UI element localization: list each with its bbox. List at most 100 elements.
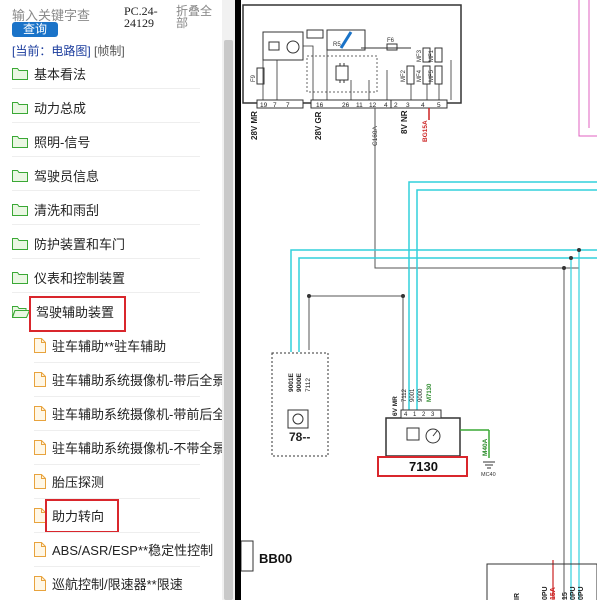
component-78-icon <box>287 409 309 429</box>
pin-label: 7 <box>286 102 290 109</box>
sidebar-scrollbar[interactable] <box>222 0 235 600</box>
connector-label-bg15a: BG15A <box>422 120 429 142</box>
tree-doc-abs-esp[interactable]: ABS/ASR/ESP**稳定性控制 <box>34 536 213 562</box>
folder-icon <box>12 237 28 250</box>
ground-label-mc40: MC40 <box>481 472 496 478</box>
wire-label-bottom: 0PU <box>578 586 585 600</box>
breadcrumb-link[interactable]: [帧制] <box>94 44 125 58</box>
tree-doc-label: 巡航控制/限速器**限速 <box>52 576 183 592</box>
tree-doc-camera-rear[interactable]: 驻车辅助系统摄像机-带后全景 <box>34 366 222 392</box>
tree-category-label: 照明-信号 <box>34 134 91 150</box>
tree-doc-label: 驻车辅助**驻车辅助 <box>52 338 167 354</box>
pin-label: 11 <box>356 102 363 109</box>
folder-icon <box>12 203 28 216</box>
tree-doc-parking-assist[interactable]: 驻车辅助**驻车辅助 <box>34 332 166 358</box>
highlight-box-power-steering <box>45 499 119 533</box>
wire-7112 <box>309 295 404 416</box>
app-window: 查询 PC.24-24129 折叠全部 [当前：电路图] [帧制] 基本看法 动… <box>0 0 597 600</box>
f6-label: F6 <box>387 38 395 44</box>
wire-label-9000e: 9000E <box>296 373 303 392</box>
tree-category-label: 仪表和控制装置 <box>34 270 126 286</box>
inner-dashed-box <box>306 55 378 93</box>
folder-icon <box>12 101 28 114</box>
wiring-diagram-panel[interactable]: R5 F6 F9 MF2 MF4 MF3 MF1 MF5 19 7 7 16 2… <box>241 0 597 600</box>
tree-category-protection-doors[interactable]: 防护装置和车门 <box>12 230 125 256</box>
ground-icon <box>483 461 495 469</box>
highlight-box-driving-assist <box>29 296 126 332</box>
tree-category-label: 防护装置和车门 <box>34 236 126 252</box>
junction-dot <box>569 256 573 260</box>
wire-label-m7130: M7130 <box>427 383 433 402</box>
wire-label-9001: 9001 <box>410 388 416 402</box>
component-7130-box <box>385 417 461 457</box>
wire-label-bottom: 15A <box>550 587 557 600</box>
tree-category-driver-info[interactable]: 驾驶员信息 <box>12 162 99 188</box>
component-7130-label: 7130 <box>409 459 438 474</box>
wire-label-9000: 9000 <box>418 388 424 402</box>
tree-category-label: 动力总成 <box>34 100 87 116</box>
pin-label: 4 <box>421 102 425 109</box>
tree-category-label: 基本看法 <box>34 66 87 82</box>
wire-label-7112: 7112 <box>305 378 312 392</box>
fuse-f6 <box>386 43 398 51</box>
wire-label-7112-b: 7112 <box>402 388 408 402</box>
tree-doc-label: 驻车辅助系统摄像机-不带全景 <box>52 440 222 456</box>
tree-doc-label: ABS/ASR/ESP**稳定性控制 <box>52 542 214 558</box>
fuse-mf5 <box>434 65 443 85</box>
document-icon <box>34 575 46 591</box>
folder-open-icon <box>12 305 30 318</box>
tree-category-wash-wipe[interactable]: 清洗和雨刮 <box>12 196 99 222</box>
pc-code: PC.24-24129 <box>124 4 158 30</box>
pin-label: 5 <box>437 102 441 109</box>
tree-category-powertrain[interactable]: 动力总成 <box>12 94 86 120</box>
component-78-label: 78-- <box>289 430 310 444</box>
tree-category-lighting[interactable]: 照明-信号 <box>12 128 90 154</box>
junction-dot <box>577 248 581 252</box>
query-button[interactable]: 查询 <box>12 22 58 37</box>
document-icon <box>34 473 46 489</box>
connector-label-28v-gr: 28V GR <box>314 111 323 140</box>
document-icon <box>34 337 46 353</box>
mf3-label: MF3 <box>417 49 423 62</box>
mf2-label: MF2 <box>401 69 407 82</box>
wire-9001e <box>290 249 597 352</box>
r5-label: R5 <box>333 42 341 48</box>
pin-label: 26 <box>342 102 350 109</box>
wire-9000e <box>298 257 597 352</box>
pin-label: 19 <box>260 102 268 109</box>
pin-label: 2 <box>394 102 398 109</box>
component-bb00-label: BB00 <box>259 551 292 566</box>
wire-cyan-right <box>570 250 580 600</box>
tree-doc-camera-front-rear[interactable]: 驻车辅助系统摄像机-带前后全景 <box>34 400 222 426</box>
r5-switch <box>339 31 353 49</box>
tree-doc-tire-pressure[interactable]: 胎压探测 <box>34 468 104 494</box>
pin-label: 7 <box>273 102 277 109</box>
chip-icon <box>335 65 349 81</box>
wire-9001 <box>408 181 597 416</box>
connector-label-8v-nr: 8V NR <box>400 110 409 134</box>
fuse-r5 <box>306 29 324 39</box>
scrollbar-thumb[interactable] <box>224 40 233 600</box>
document-icon <box>34 541 46 557</box>
wire-label-bottom: 15 <box>562 592 569 600</box>
folder-icon <box>12 169 28 182</box>
tree-doc-cruise-control[interactable]: 巡航控制/限速器**限速 <box>34 570 183 596</box>
wire-label-bottom-ir: IR <box>514 593 521 600</box>
fuse-mf1 <box>434 47 443 63</box>
tree-doc-label: 胎压探测 <box>52 474 105 490</box>
tree-category-basic[interactable]: 基本看法 <box>12 60 86 86</box>
wire-9000 <box>416 189 597 416</box>
wire-label-m40a: M40A <box>482 438 489 456</box>
tree-doc-camera-no-panorama[interactable]: 驻车辅助系统摄像机-不带全景 <box>34 434 222 460</box>
document-icon <box>34 371 46 387</box>
connector-label-6v-mr: 6V MR <box>392 396 399 416</box>
tree-category-instruments[interactable]: 仪表和控制装置 <box>12 264 125 290</box>
pin-label: 16 <box>316 102 324 109</box>
folder-icon <box>12 135 28 148</box>
junction-dot <box>307 294 311 298</box>
collapse-all-link[interactable]: 折叠全部 <box>176 5 222 29</box>
tree-doc-label: 驻车辅助系统摄像机-带前后全景 <box>52 406 222 422</box>
folder-icon <box>12 67 28 80</box>
mf1-label: MF1 <box>429 49 435 62</box>
wire-label-bottom: 0PU <box>542 586 549 600</box>
